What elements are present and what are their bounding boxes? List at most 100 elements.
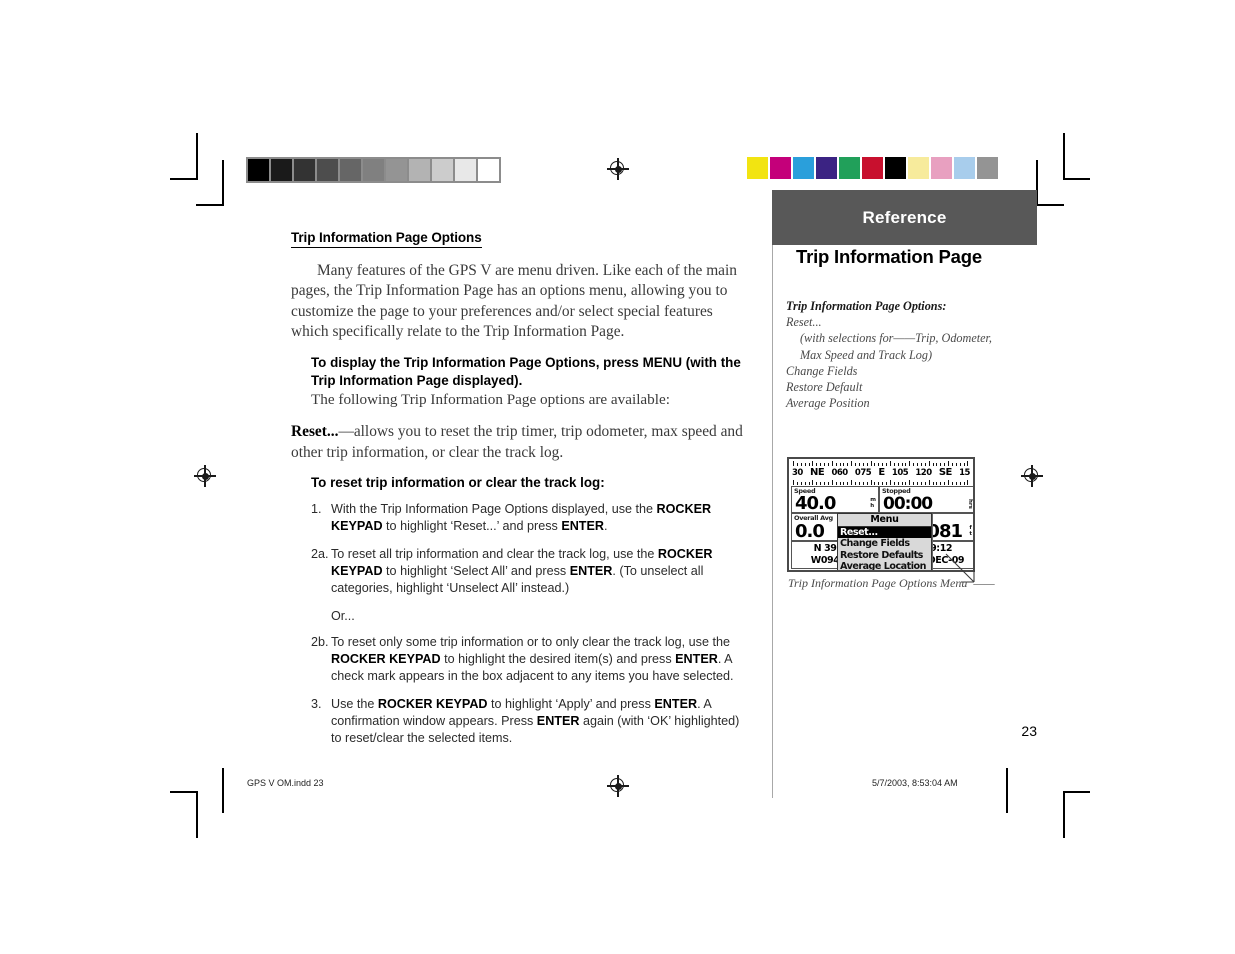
registration-target-bottom [607,775,629,797]
reference-banner-label: Reference [862,207,947,227]
sidebar-option-item: Restore Default [786,380,863,395]
color-patch [839,157,860,179]
procedure-two-title: To reset trip information or clear the t… [311,474,605,490]
color-patch [954,157,975,179]
compass-label: NE [810,467,825,478]
gps-field-speed: Speed 40.0 mh [791,486,879,513]
procedure-one-note: The following Trip Information Page opti… [311,391,670,409]
step-item: 2b. To reset only some trip information o… [311,634,753,685]
gps-menu-item-restore-defaults[interactable]: Restore Defaults [838,550,931,561]
step-emphasis: ENTER [536,714,580,728]
footer-file-label: GPS V OM.indd 23 [247,778,324,788]
gps-field-value: 0.0 [795,521,825,541]
crop-mark-br-h [1063,791,1090,793]
compass-label: 30 [792,467,803,478]
color-patch [747,157,768,179]
procedure-two-block: To reset trip information or clear the t… [291,475,753,747]
gps-options-menu[interactable]: Menu Reset... Change Fields Restore Defa… [837,513,932,570]
grayscale-control-strip [246,157,501,183]
crop-mark-inner-bl-v [222,768,224,813]
sidebar-option-item: Change Fields [786,363,858,378]
compass-label: 120 [915,467,932,478]
compass-label: 105 [891,467,909,478]
gps-menu-item-reset[interactable]: Reset... [838,527,931,539]
crop-mark-inner-br-v [1006,768,1008,813]
step-text: With the Trip Information Page Options d… [331,501,712,533]
footer-timestamp: 5/7/2003, 8:53:04 AM [872,778,958,788]
compass-labels: 30 NE 060 075 E 105 120 SE 15 [792,465,970,480]
reset-term: Reset... [291,423,339,441]
grayscale-patch [386,159,409,181]
step-emphasis: ENTER [569,564,613,579]
step-number: 3. [311,696,322,711]
figure-caption: Trip Information Page Options Menu —— [788,576,995,591]
color-patch [931,157,952,179]
reference-banner: Reference [772,190,1037,245]
step-emphasis: ROCKER KEYPAD [331,651,441,666]
color-patch [862,157,883,179]
step-text: To reset only some trip information or t… [331,634,734,683]
sidebar-section-title: Trip Information Page [796,246,982,267]
color-patch [816,157,837,179]
reset-description: —allows you to reset the trip timer, tri… [291,423,743,461]
compass-ticks-bottom [793,480,969,485]
steps-list: 1. With the Trip Information Page Options… [311,501,753,747]
grayscale-patch [455,159,478,181]
grayscale-patch [340,159,363,181]
step-text: Use the ROCKER KEYPAD to highlight ‘Appl… [331,696,740,746]
registration-target-left [194,465,216,487]
gps-menu-item-average-location[interactable]: Average Location [838,561,931,570]
gps-field-value: 40.0 [795,493,836,513]
compass-label: 075 [854,467,872,478]
gps-field-value: 00:00 [883,494,933,513]
gps-compass-strip: 30 NE 060 075 E 105 120 SE 15 [791,461,971,485]
registration-target-top [607,158,629,180]
step-item: 1. With the Trip Information Page Options… [311,501,753,535]
procedure-one-block: To display the Trip Information Page Opt… [291,354,753,409]
grayscale-patch [317,159,340,181]
crop-mark-tr-v [1063,133,1065,180]
sidebar-options-list: Trip Information Page Options: Reset... … [786,298,1036,412]
step-emphasis: ENTER [675,651,718,666]
step-emphasis: ENTER [561,519,604,533]
crop-mark-bl-v [196,791,198,838]
crop-mark-inner-v [222,160,224,205]
compass-label: SE [938,467,953,478]
gps-menu-item-change-fields[interactable]: Change Fields [838,538,931,549]
gps-field-unit: mh [870,497,876,510]
column-divider [772,236,773,796]
gps-field-unit: hrs [967,499,973,509]
reset-definition: Reset...—allows you to reset the trip ti… [291,422,753,463]
color-patch [793,157,814,179]
color-control-strip [747,157,1000,179]
compass-label: 060 [831,467,848,478]
procedure-one-title: To display the Trip Information Page Opt… [311,355,741,389]
crop-mark-inner-h [196,204,224,206]
sidebar-option-item: Average Position [786,396,870,411]
compass-label: 15 [959,467,970,478]
step-item: 2a. To reset all trip information and cle… [311,546,753,597]
sidebar-option-item: Reset... [786,315,822,330]
gps-screenshot-figure: 30 NE 060 075 E 105 120 SE 15 Speed 40.0… [787,457,975,572]
footer-divider [772,768,773,798]
intro-paragraph: Many features of the GPS V are menu driv… [291,262,737,340]
step-emphasis: ROCKER KEYPAD [377,696,488,711]
crop-mark-inner-tr-h [1036,204,1064,206]
step-number: 2b. [311,634,329,649]
step-text: To reset all trip information and clear … [331,547,713,596]
sidebar-options-title: Trip Information Page Options: [786,299,947,313]
page-number: 23 [1021,723,1037,739]
crop-mark-tl-v [196,133,198,180]
or-label: Or... [331,608,355,623]
grayscale-patch [432,159,455,181]
figure-caption-text: Trip Information Page Options Menu [788,576,968,590]
color-patch [885,157,906,179]
compass-label: E [878,467,885,478]
step-emphasis: ENTER [654,696,698,711]
grayscale-patch [248,159,271,181]
step-item: 3. Use the ROCKER KEYPAD to highlight ‘Ap… [311,696,753,747]
caption-dash: —— [970,576,995,590]
color-patch [977,157,998,179]
registration-target-right [1021,465,1043,487]
crop-mark-br-v [1063,791,1065,838]
